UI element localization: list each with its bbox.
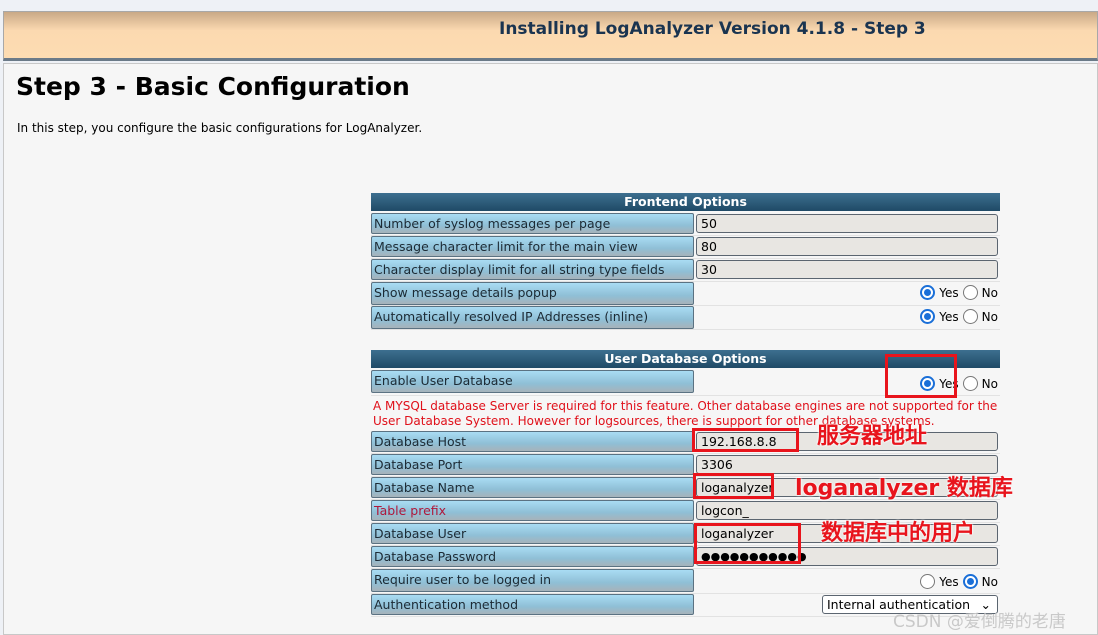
label: Show message details popup: [371, 282, 694, 305]
label: Message character limit for the main vie…: [371, 236, 694, 257]
annotation-dbname: loganalyzer 数据库: [795, 476, 1013, 501]
annotation-dbuser: 数据库中的用户: [821, 521, 976, 546]
display-limit-input[interactable]: 30: [696, 260, 998, 279]
enable-userdb-no-radio[interactable]: [962, 376, 978, 391]
annotation-host: 服务器地址: [817, 424, 928, 449]
label: Database Host: [371, 431, 694, 452]
label: Character display limit for all string t…: [371, 259, 694, 280]
require-login-yes-radio[interactable]: [920, 574, 936, 589]
row-display-limit: Character display limit for all string t…: [371, 259, 1000, 282]
resolve-ip-yes-radio[interactable]: [920, 309, 936, 324]
messages-per-page-input[interactable]: 50: [696, 214, 998, 233]
page-title: Step 3 - Basic Configuration: [16, 72, 410, 101]
frontend-options-header: Frontend Options: [371, 193, 1000, 211]
label: Automatically resolved IP Addresses (inl…: [371, 306, 694, 329]
watermark: CSDN @爱倒腾的老唐: [893, 612, 1066, 632]
label: Table prefix: [371, 500, 694, 521]
row-char-limit: Message character limit for the main vie…: [371, 236, 1000, 259]
resolve-ip-no-radio[interactable]: [962, 309, 978, 324]
label: Database Port: [371, 454, 694, 475]
label: Database Name: [371, 477, 694, 498]
no-label: No: [981, 309, 998, 324]
no-label: No: [981, 574, 998, 589]
row-messages-per-page: Number of syslog messages per page 50: [371, 213, 1000, 236]
require-login-no-radio[interactable]: [962, 574, 978, 589]
char-limit-input[interactable]: 80: [696, 237, 998, 256]
install-header: Installing LogAnalyzer Version 4.1.8 - S…: [3, 11, 1098, 61]
label: Number of syslog messages per page: [371, 213, 694, 234]
row-db-password: Database Password ●●●●●●●●●●●: [371, 546, 1000, 569]
yes-label: Yes: [939, 574, 959, 589]
label: Require user to be logged in: [371, 569, 694, 592]
label: Authentication method: [371, 594, 694, 615]
intro-text: In this step, you configure the basic co…: [17, 121, 423, 135]
yes-label: Yes: [939, 285, 959, 300]
label: Enable User Database: [371, 370, 694, 393]
no-label: No: [981, 376, 998, 391]
yes-label: Yes: [939, 309, 959, 324]
config-form: Frontend Options Number of syslog messag…: [371, 193, 1000, 617]
highlight-box-user: [694, 523, 801, 564]
highlight-box-host: [692, 428, 799, 452]
details-popup-no-radio[interactable]: [962, 285, 978, 300]
label: Database Password: [371, 546, 694, 567]
header-title: Installing LogAnalyzer Version 4.1.8 - S…: [499, 19, 926, 39]
row-resolve-ip: Automatically resolved IP Addresses (inl…: [371, 306, 1000, 330]
highlight-box-enable: [885, 354, 957, 398]
label: Database User: [371, 523, 694, 544]
details-popup-yes-radio[interactable]: [920, 285, 936, 300]
row-details-popup: Show message details popup Yes No: [371, 282, 1000, 306]
row-require-login: Require user to be logged in Yes No: [371, 569, 1000, 594]
no-label: No: [981, 285, 998, 300]
highlight-box-dbname: [693, 473, 774, 499]
